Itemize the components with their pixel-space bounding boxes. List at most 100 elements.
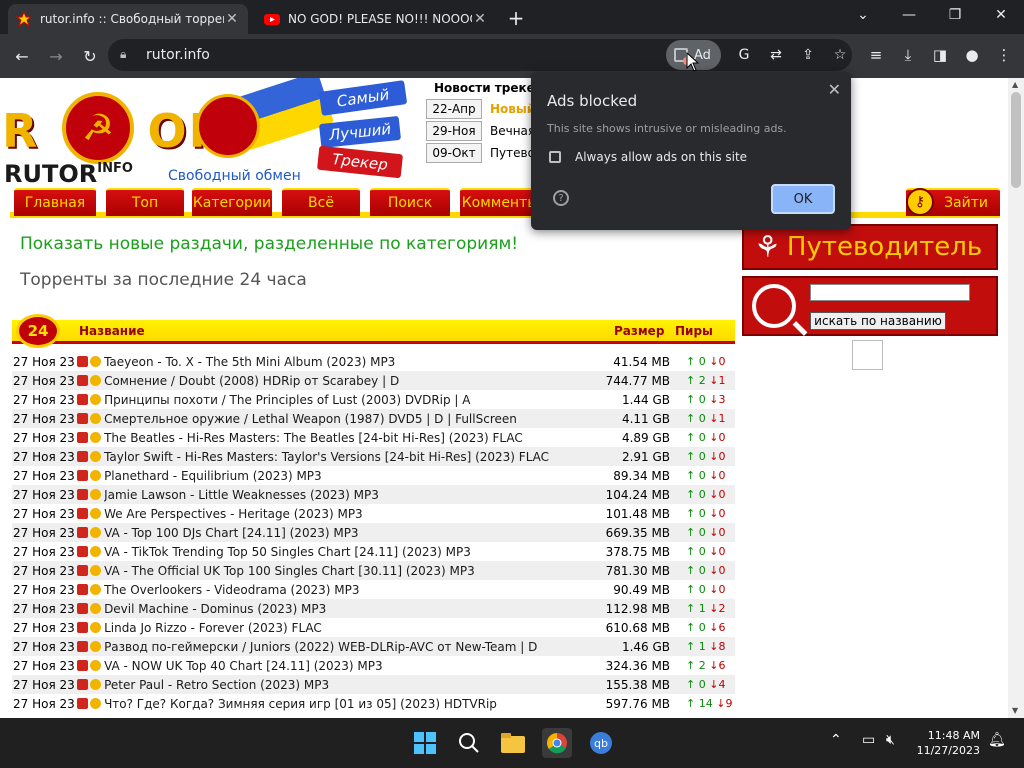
download-icon[interactable]	[76, 394, 88, 405]
tab-search-icon[interactable]: ⌄	[840, 0, 886, 30]
table-row[interactable]: 27 Ноя 23 Peter Paul - Retro Section (202…	[12, 675, 735, 694]
bookmark-star-icon[interactable]: ☆	[824, 40, 856, 70]
notification-bell-icon[interactable]: 🔔︎	[988, 732, 1006, 748]
share-icon[interactable]: ⇪	[792, 40, 824, 70]
close-tab-icon[interactable]: ✕	[224, 11, 240, 27]
magnet-icon[interactable]	[89, 413, 101, 424]
download-icon[interactable]	[76, 546, 88, 557]
magnet-icon[interactable]	[89, 565, 101, 576]
download-icon[interactable]	[76, 413, 88, 424]
site-logo[interactable]: R OR ☭ RUTORINFO Самый Лучший Трекер Сво…	[2, 78, 428, 188]
torrent-name-link[interactable]: Taylor Swift - Hi-Res Masters: Taylor's …	[104, 450, 598, 464]
reload-icon[interactable]: ↻	[76, 42, 104, 70]
magnet-icon[interactable]	[89, 451, 101, 462]
torrent-name-link[interactable]: Peter Paul - Retro Section (2023) MP3	[104, 678, 598, 692]
table-row[interactable]: 27 Ноя 23 Что? Где? Когда? Зимняя серия и…	[12, 694, 735, 713]
menu-home[interactable]: Главная	[14, 188, 96, 216]
tab-youtube[interactable]: NO GOD! PLEASE NO!!! NOOOO ✕	[256, 4, 496, 34]
download-icon[interactable]	[76, 584, 88, 595]
torrent-name-link[interactable]: VA - NOW UK Top 40 Chart [24.11] (2023) …	[104, 659, 598, 673]
scroll-down-icon[interactable]: ▼	[1012, 706, 1018, 715]
allow-ads-checkbox[interactable]	[549, 151, 561, 163]
news-item[interactable]: 09-Окт Путевод	[426, 143, 543, 163]
chrome-icon[interactable]	[542, 728, 572, 758]
scroll-thumb[interactable]	[1011, 92, 1021, 188]
torrent-name-link[interactable]: Planethard - Equilibrium (2023) MP3	[104, 469, 598, 483]
magnet-icon[interactable]	[89, 660, 101, 671]
magnet-icon[interactable]	[89, 622, 101, 633]
magnet-icon[interactable]	[89, 375, 101, 386]
download-icon[interactable]	[76, 527, 88, 538]
download-icon[interactable]	[76, 432, 88, 443]
volume-muted-icon[interactable]: 🔇︎	[886, 732, 895, 748]
menu-top[interactable]: Топ	[106, 188, 184, 216]
torrent-name-link[interactable]: Jamie Lawson - Little Weaknesses (2023) …	[104, 488, 598, 502]
close-tab-icon[interactable]: ✕	[472, 11, 488, 27]
torrent-name-link[interactable]: Что? Где? Когда? Зимняя серия игр [01 из…	[104, 697, 598, 711]
news-item[interactable]: 29-Ноя Вечная	[426, 121, 535, 141]
close-window-button[interactable]: ✕	[978, 0, 1024, 30]
new-tab-button[interactable]: +	[502, 4, 530, 32]
close-icon[interactable]: ✕	[828, 80, 841, 99]
table-row[interactable]: 27 Ноя 23 Planethard - Equilibrium (2023)…	[12, 466, 735, 485]
news-item[interactable]: 22-Апр Новый	[426, 99, 535, 119]
magnet-icon[interactable]	[89, 584, 101, 595]
magnet-icon[interactable]	[89, 432, 101, 443]
torrent-name-link[interactable]: The Beatles - Hi-Res Masters: The Beatle…	[104, 431, 598, 445]
key-icon[interactable]: ⚷	[906, 188, 934, 216]
magnet-icon[interactable]	[89, 546, 101, 557]
qbittorrent-icon[interactable]: qb	[586, 728, 616, 758]
torrent-name-link[interactable]: Сомнение / Doubt (2008) HDRip от Scarabe…	[104, 374, 598, 388]
table-row[interactable]: 27 Ноя 23 VA - The Official UK Top 100 Si…	[12, 561, 735, 580]
download-icon[interactable]: ⤓	[892, 40, 924, 70]
translate-icon[interactable]: ⇄	[760, 40, 792, 70]
download-icon[interactable]	[76, 622, 88, 633]
profile-avatar-icon[interactable]: ●	[956, 40, 988, 70]
magnet-icon[interactable]	[89, 394, 101, 405]
table-row[interactable]: 27 Ноя 23 VA - TikTok Trending Top 50 Sin…	[12, 542, 735, 561]
tray-chevron-icon[interactable]: ⌃	[830, 732, 842, 748]
minimize-button[interactable]: —	[886, 0, 932, 30]
download-icon[interactable]	[76, 508, 88, 519]
guide-banner[interactable]: ⚘ Путеводитель	[742, 224, 998, 270]
download-icon[interactable]	[76, 489, 88, 500]
table-row[interactable]: 27 Ноя 23 Devil Machine - Dominus (2023) …	[12, 599, 735, 618]
torrent-name-link[interactable]: VA - The Official UK Top 100 Singles Cha…	[104, 564, 598, 578]
torrent-name-link[interactable]: Linda Jo Rizzo - Forever (2023) FLAC	[104, 621, 598, 635]
page-scrollbar[interactable]: ▲ ▼	[1008, 78, 1024, 718]
torrent-name-link[interactable]: Развод по-геймерски / Juniors (2022) WEB…	[104, 640, 598, 654]
scroll-up-icon[interactable]: ▲	[1012, 80, 1018, 89]
download-icon[interactable]	[76, 356, 88, 367]
menu-all[interactable]: Всё	[282, 188, 360, 216]
media-queue-icon[interactable]: ≡	[860, 40, 892, 70]
download-icon[interactable]	[76, 698, 88, 709]
table-row[interactable]: 27 Ноя 23 Taylor Swift - Hi-Res Masters: …	[12, 447, 735, 466]
torrent-name-link[interactable]: VA - Top 100 DJs Chart [24.11] (2023) MP…	[104, 526, 598, 540]
torrent-name-link[interactable]: The Overlookers - Videodrama (2023) MP3	[104, 583, 598, 597]
magnet-icon[interactable]	[89, 470, 101, 481]
magnet-icon[interactable]	[89, 489, 101, 500]
back-arrow-icon[interactable]: ←	[8, 42, 36, 70]
menu-search[interactable]: Поиск	[370, 188, 450, 216]
system-clock[interactable]: 11:48 AM 11/27/2023	[912, 728, 980, 758]
table-row[interactable]: 27 Ноя 23 The Beatles - Hi-Res Masters: T…	[12, 428, 735, 447]
magnet-icon[interactable]	[89, 356, 101, 367]
search-icon[interactable]	[454, 728, 484, 758]
magnet-icon[interactable]	[89, 641, 101, 652]
magnet-icon[interactable]	[89, 679, 101, 690]
magnet-icon[interactable]	[89, 603, 101, 614]
table-row[interactable]: 27 Ноя 23 Taeyeon - To. X - The 5th Mini …	[12, 352, 735, 371]
windows-start-icon[interactable]	[410, 728, 440, 758]
table-row[interactable]: 27 Ноя 23 Смертельное оружие / Lethal Wea…	[12, 409, 735, 428]
forward-arrow-icon[interactable]: →	[42, 42, 70, 70]
search-by-name-button[interactable]: искать по названию	[810, 312, 946, 330]
help-icon[interactable]: ?	[553, 190, 569, 206]
download-icon[interactable]	[76, 641, 88, 652]
torrent-name-link[interactable]: Devil Machine - Dominus (2023) MP3	[104, 602, 598, 616]
magnet-icon[interactable]	[89, 527, 101, 538]
table-row[interactable]: 27 Ноя 23 Linda Jo Rizzo - Forever (2023)…	[12, 618, 735, 637]
menu-comments[interactable]: Комменты	[460, 188, 540, 216]
table-row[interactable]: 27 Ноя 23 Jamie Lawson - Little Weaknesse…	[12, 485, 735, 504]
download-icon[interactable]	[76, 565, 88, 576]
google-lens-icon[interactable]: G	[728, 40, 760, 70]
